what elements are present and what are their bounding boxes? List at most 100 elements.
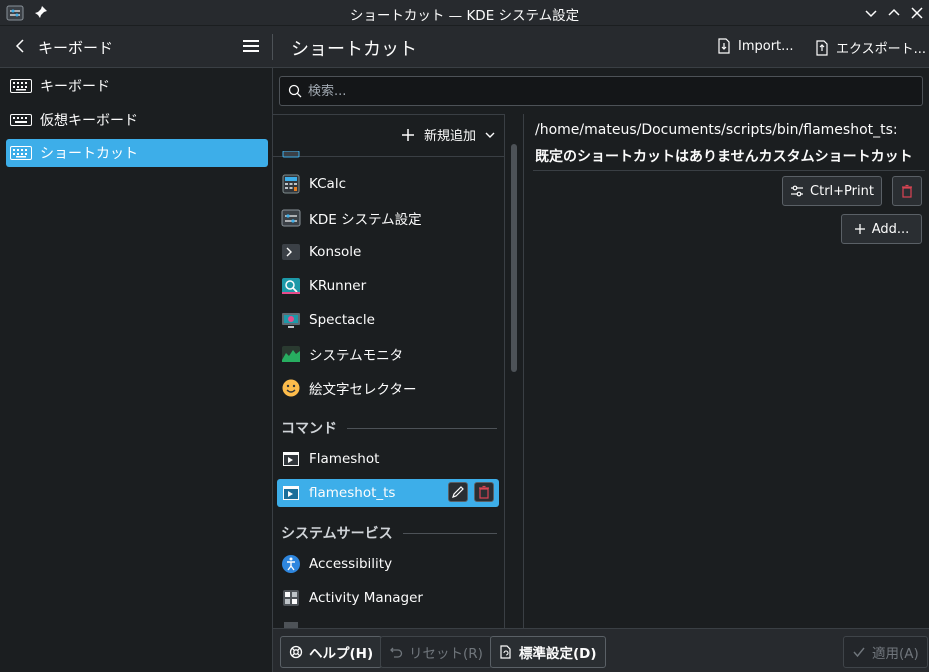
detail-divider [533,170,925,171]
defaults-button[interactable]: 標準設定(D) [490,636,606,668]
export-label: エクスポート... [836,42,927,57]
search-input[interactable] [308,83,908,99]
list-item-label: flameshot_ts [309,485,396,501]
import-icon [718,38,730,54]
emoji-icon [282,379,300,397]
window-title: ショートカット — KDE システム設定 [349,8,580,24]
keyboard-icon [10,79,32,93]
list-item-kcalc[interactable]: KCalc [277,170,499,198]
export-button[interactable]: エクスポート... [814,38,926,57]
section-title: コマンド [281,421,337,437]
list-item-krunner[interactable]: KRunner [277,272,499,300]
system-settings-icon [281,209,301,227]
shortcut-label: Ctrl+Print [810,183,874,199]
list-item-system-monitor[interactable]: システムモニタ [277,340,499,368]
pencil-icon [452,486,464,498]
title-bar: ショートカット — KDE システム設定 [0,0,929,26]
defaults-label: 標準設定(D) [519,646,597,662]
help-icon [289,645,303,659]
virtual-keyboard-icon [10,114,32,126]
sidebar-item-label: 仮想キーボード [40,113,138,129]
configure-icon [791,185,804,197]
chevron-down-icon [485,132,495,138]
import-button[interactable]: Import... [716,38,794,54]
undo-icon [390,647,403,658]
section-header-system-services: システムサービス [281,523,497,543]
shortcut-detail: /home/mateus/Documents/scripts/bin/flame… [525,114,929,628]
hamburger-menu-icon[interactable] [242,38,260,54]
edit-button[interactable] [448,482,468,502]
import-label: Import... [738,38,794,54]
trash-icon [479,485,489,499]
help-label: ヘルプ(H) [309,646,374,662]
spectacle-icon [282,313,300,328]
footer-bar: ヘルプ(H) リセット(R) 標準設定(D) 適用(A) [273,628,929,672]
sidebar-header: キーボード [0,26,273,68]
plus-icon [401,128,414,141]
list-item-label: KRunner [309,278,367,294]
maximize-button[interactable] [885,4,903,22]
apply-button[interactable]: 適用(A) [843,636,928,668]
app-icon [284,622,298,628]
sidebar-item-shortcuts[interactable]: ショートカット [6,139,268,167]
list-item-label: Activity Manager [309,590,423,606]
delete-button[interactable] [474,482,494,502]
system-monitor-icon [282,346,300,362]
konsole-icon [282,244,300,260]
plus-icon [854,224,865,234]
reset-label: リセット(R) [409,646,483,662]
breadcrumb: キーボード [38,39,114,57]
accessibility-icon [282,555,300,573]
add-shortcut-button[interactable]: Add... [841,214,922,244]
list-item-emoji-selector[interactable]: 絵文字セレクター [277,374,499,402]
section-divider [402,532,497,534]
back-button[interactable] [12,38,28,54]
trash-icon [902,184,912,198]
shortcut-list: 新規追加 KCalc KDE システム設定 Konsole KRunner Sp… [273,114,505,628]
minimize-button[interactable] [862,4,880,22]
pane-divider [523,114,524,628]
list-item-flameshot[interactable]: Flameshot [277,445,499,473]
list-item-konsole[interactable]: Konsole [277,238,499,266]
help-button[interactable]: ヘルプ(H) [280,636,383,668]
list-item[interactable] [277,618,499,628]
list-scrollbar-thumb[interactable] [511,144,517,372]
add-new-button[interactable]: 新規追加 [400,125,496,144]
list-item-activity-manager[interactable]: Activity Manager [277,584,499,612]
reset-button[interactable]: リセット(R) [380,636,492,668]
main-content: 新規追加 KCalc [273,68,929,628]
search-icon [288,84,302,98]
shortcut-note: 既定のショートカットはありませんカスタムショートカット [535,149,913,165]
sidebar-item-label: キーボード [40,79,110,95]
list-item-label: Accessibility [309,556,393,572]
list-item-accessibility[interactable]: Accessibility [277,550,499,578]
command-icon [283,486,299,500]
export-icon [816,39,828,56]
section-header-commands: コマンド [281,418,497,438]
shortcut-button[interactable]: Ctrl+Print [782,176,882,206]
delete-shortcut-button[interactable] [892,176,922,206]
sidebar-item-virtual-keyboard[interactable]: 仮想キーボード [6,106,268,134]
document-revert-icon [500,645,511,659]
add-new-label: 新規追加 [423,129,476,144]
command-path: /home/mateus/Documents/scripts/bin/flame… [535,122,898,138]
search-box[interactable] [279,76,923,106]
page-header: ショートカット Import... エクスポート... [273,26,929,68]
list-item-spectacle[interactable]: Spectacle [277,306,499,334]
list-item[interactable] [277,151,499,161]
page-title: ショートカット [291,39,417,60]
activity-manager-icon [283,590,299,606]
sidebar-item-keyboard[interactable]: キーボード [6,72,268,100]
add-label: Add... [871,221,910,237]
keyboard-icon [10,146,32,160]
apply-label: 適用(A) [872,646,919,662]
kcalc-icon [282,174,300,194]
list-item-label: KCalc [309,176,346,192]
section-title: システムサービス [281,526,393,542]
app-icon [282,151,300,158]
list-item-flameshot-ts[interactable]: flameshot_ts [277,479,499,507]
close-button[interactable] [908,4,926,22]
list-item-kde-system-settings[interactable]: KDE システム設定 [277,204,499,232]
section-divider [347,427,497,429]
list-item-label: Spectacle [309,312,375,328]
